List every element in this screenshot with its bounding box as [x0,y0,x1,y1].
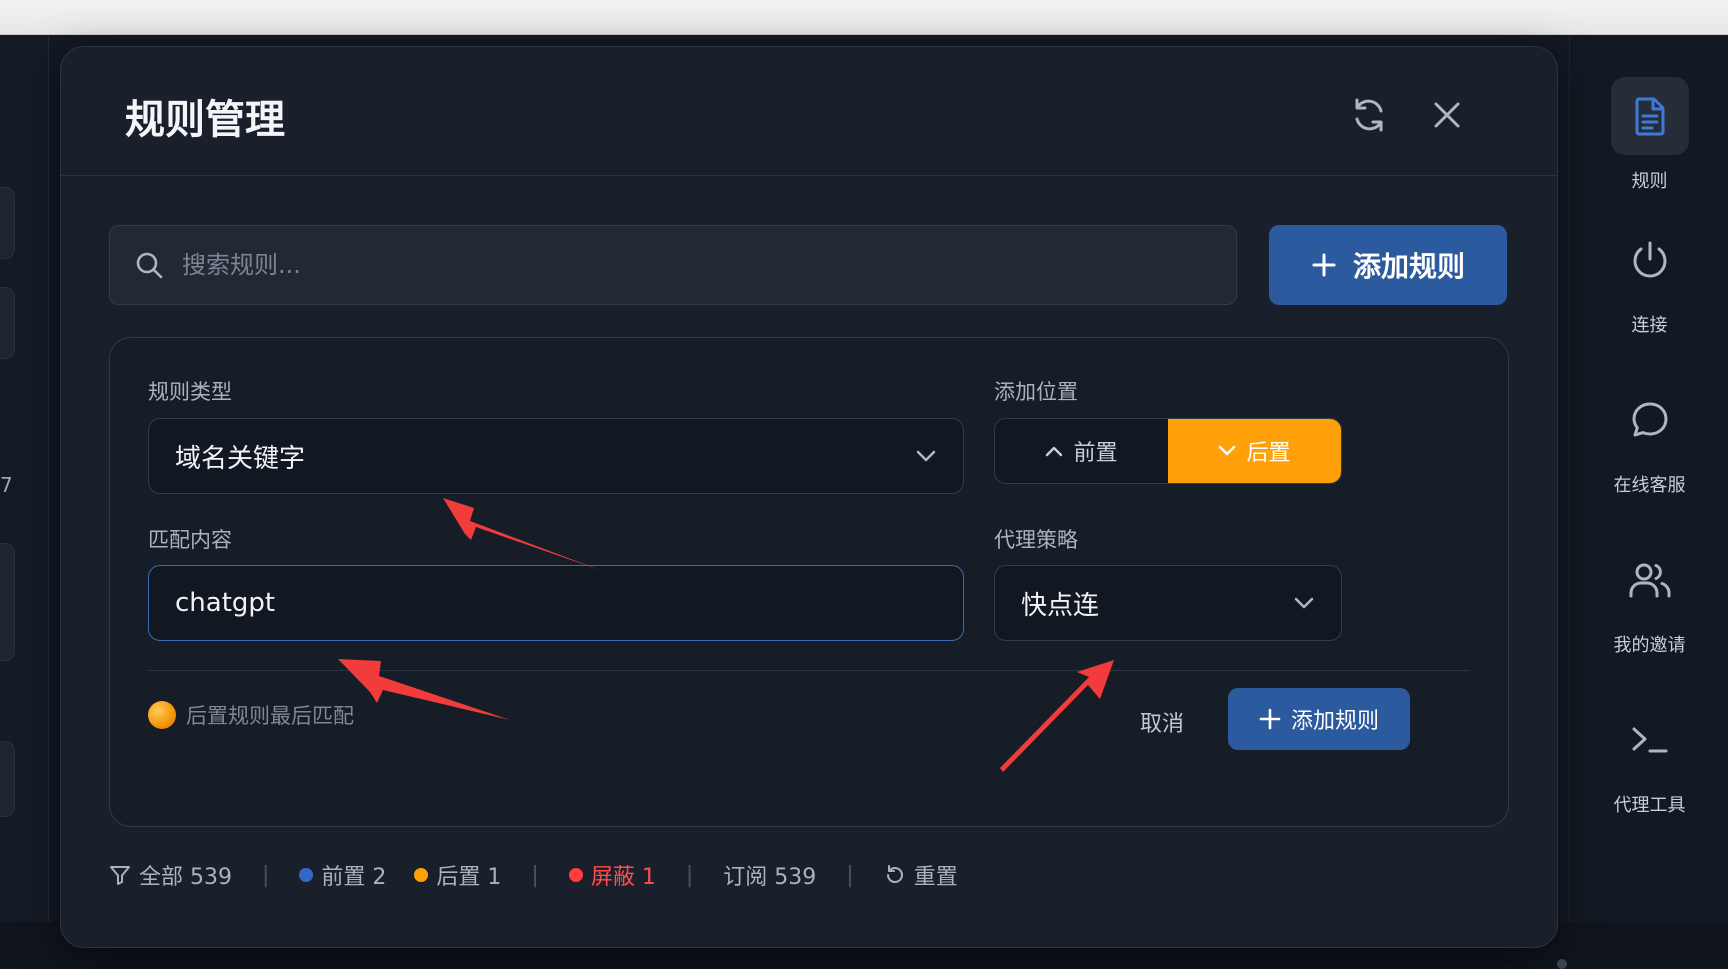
position-front-option[interactable]: 前置 [995,419,1168,483]
chevron-down-icon [1294,597,1314,609]
left-panel: 7 [0,35,49,922]
add-rule-form: 规则类型 域名关键字 添加位置 前置 后置 匹配内容 chatgpt 代理策略 … [109,337,1509,827]
rail-item-rules[interactable]: 规则 [1570,77,1728,193]
reset-icon [886,865,903,883]
filter-subscribed-label: 订阅 539 [723,865,817,890]
add-rule-button-label: 添加规则 [1352,250,1465,283]
rail-item-support[interactable]: 在线客服 [1570,381,1728,497]
left-panel-card[interactable] [0,543,15,661]
rule-management-modal: 规则管理 添加规则 规则类型 域名关键字 添加位置 前置 后置 [60,46,1567,969]
chevron-down-icon [916,450,936,462]
position-back-label: 后置 [1246,441,1291,466]
filter-icon [110,866,130,885]
position-hint: 后置规则最后匹配 [148,700,354,730]
close-icon [1434,102,1460,128]
blue-dot-icon [299,868,314,882]
refresh-button[interactable] [1345,91,1393,139]
filter-subscribed[interactable]: 订阅 539 [723,859,816,891]
policy-label: 代理策略 [994,528,1078,552]
rail-label: 在线客服 [1613,475,1686,496]
left-panel-card[interactable] [0,287,15,359]
rail-label: 代理工具 [1613,795,1686,816]
add-rule-button[interactable]: 添加规则 [1269,225,1507,305]
chevron-up-icon [1046,446,1063,457]
search-input[interactable] [180,250,1236,280]
rail-item-invites[interactable]: 我的邀请 [1570,541,1728,657]
position-back-option[interactable]: 后置 [1168,419,1341,483]
rule-type-value: 域名关键字 [175,443,306,474]
separator: | [262,862,270,888]
reset-label: 重置 [913,865,958,890]
filter-back-label: 后置 1 [436,865,502,890]
position-hint-text: 后置规则最后匹配 [186,704,354,728]
reset-filter-button[interactable]: 重置 [884,859,958,891]
match-content-value: chatgpt [175,588,276,618]
rail-label: 连接 [1631,315,1668,336]
right-nav-rail: 规则 连接 在线客服 我的邀请 代理工具 [1569,35,1728,922]
left-panel-card[interactable] [0,187,15,259]
position-front-label: 前置 [1073,441,1118,466]
chat-bubble-icon [1611,381,1689,459]
rule-type-select[interactable]: 域名关键字 [148,418,964,494]
orange-circle-icon [148,701,176,729]
plus-icon [1259,708,1281,730]
terminal-icon [1611,701,1689,779]
rail-item-proxy-tools[interactable]: 代理工具 [1570,701,1728,817]
separator: | [846,862,854,888]
plus-icon [1312,253,1336,277]
left-panel-card[interactable] [0,741,15,817]
submit-add-rule-button[interactable]: 添加规则 [1228,688,1410,750]
rule-type-label: 规则类型 [148,380,232,404]
separator: | [531,862,539,888]
cancel-button[interactable]: 取消 [1140,706,1184,738]
position-label: 添加位置 [994,380,1078,404]
rail-label: 规则 [1631,171,1668,192]
search-box [109,225,1237,305]
scrollbar-thumb[interactable] [1557,959,1567,969]
policy-select[interactable]: 快点连 [994,565,1342,641]
browser-chrome-strip [0,0,1728,35]
rail-label: 我的邀请 [1613,635,1686,656]
modal-title: 规则管理 [125,97,285,143]
chevron-down-icon [1219,445,1236,456]
document-icon [1610,77,1689,155]
match-content-input[interactable]: chatgpt [148,565,964,641]
search-icon [136,252,163,279]
filter-all[interactable]: 全部 539 [109,859,232,891]
submit-add-rule-label: 添加规则 [1290,709,1379,734]
filter-blocked-label: 屏蔽 1 [590,865,656,890]
filter-all-label: 全部 539 [139,865,232,890]
orange-dot-icon [414,868,429,882]
match-content-label: 匹配内容 [148,528,232,552]
filter-blocked[interactable]: 屏蔽 1 [568,859,656,891]
filter-bar: 全部 539 | 前置 2 后置 1 | 屏蔽 1 | 订阅 539 | 重置 [109,859,958,891]
close-button[interactable] [1423,91,1471,139]
form-divider [148,670,1470,671]
users-icon [1611,541,1689,619]
separator: | [685,862,694,888]
filter-front-label: 前置 2 [321,865,387,890]
left-panel-fragment-text: 7 [0,473,13,497]
refresh-icon [1355,98,1383,132]
filter-back[interactable]: 后置 1 [414,859,501,891]
power-icon [1611,221,1689,299]
filter-front[interactable]: 前置 2 [299,859,386,891]
position-toggle: 前置 后置 [994,418,1342,484]
policy-value: 快点连 [1021,590,1100,621]
modal-header: 规则管理 [61,47,1557,176]
red-dot-icon [568,868,583,882]
rail-item-connection[interactable]: 连接 [1570,221,1728,337]
